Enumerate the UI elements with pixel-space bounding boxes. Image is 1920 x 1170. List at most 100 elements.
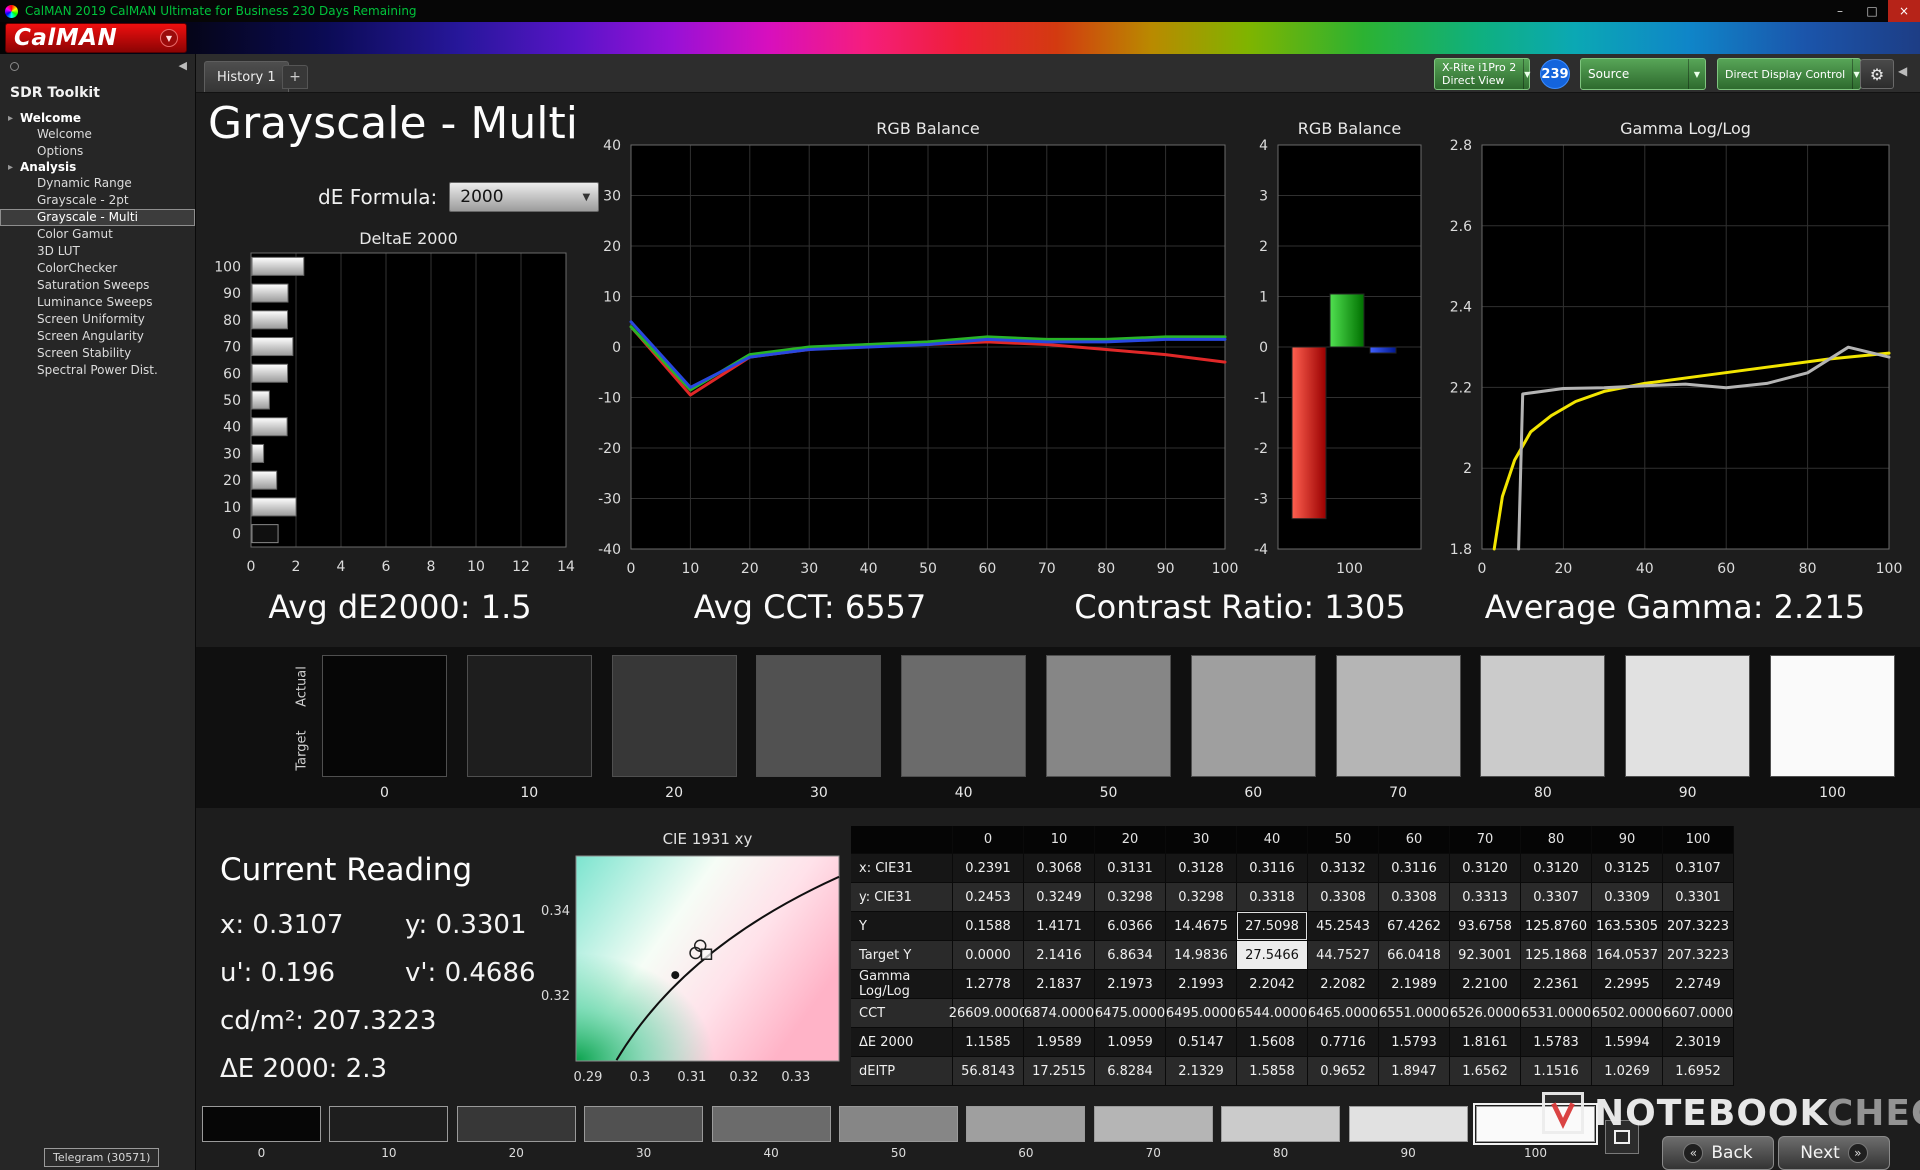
table-cell-x-cie31-50[interactable]: 0.3132: [1308, 854, 1379, 883]
table-cell-e-2000-50[interactable]: 0.7716: [1308, 1028, 1379, 1057]
sidebar-item-welcome[interactable]: Welcome: [0, 126, 195, 143]
table-cell-deitp-10[interactable]: 17.2515: [1024, 1057, 1095, 1086]
table-cell-y-cie31-30[interactable]: 0.3298: [1166, 883, 1237, 912]
table-cell-deitp-20[interactable]: 6.8284: [1095, 1057, 1166, 1086]
table-cell-x-cie31-60[interactable]: 0.3116: [1379, 854, 1450, 883]
table-cell-gamma-log-log-90[interactable]: 2.2995: [1592, 970, 1663, 999]
table-cell-y-50[interactable]: 45.2543: [1308, 912, 1379, 941]
pattern-button-20[interactable]: 20: [456, 1106, 576, 1162]
table-cell-x-cie31-20[interactable]: 0.3131: [1095, 854, 1166, 883]
table-cell-deitp-30[interactable]: 2.1329: [1166, 1057, 1237, 1086]
minimize-button[interactable]: –: [1824, 0, 1856, 22]
table-cell-y-40[interactable]: 27.5098: [1237, 912, 1308, 941]
sidebar-item-luminance-sweeps[interactable]: Luminance Sweeps: [0, 294, 195, 311]
pattern-button-50[interactable]: 50: [839, 1106, 958, 1162]
table-cell-cct-0[interactable]: 26609.0000: [949, 999, 1027, 1028]
pattern-button-80[interactable]: 80: [1221, 1106, 1341, 1162]
table-cell-y-100[interactable]: 207.3223: [1663, 912, 1734, 941]
tab-history-1[interactable]: History 1: [204, 61, 289, 92]
table-cell-deitp-70[interactable]: 1.6562: [1450, 1057, 1521, 1086]
sidebar-collapse-icon[interactable]: ◀: [179, 59, 187, 72]
table-cell-deitp-100[interactable]: 1.6952: [1663, 1057, 1734, 1086]
table-cell-cct-80[interactable]: 6531.0000: [1521, 999, 1592, 1028]
sidebar-item-dynamic-range[interactable]: Dynamic Range: [0, 175, 195, 192]
table-cell-gamma-log-log-30[interactable]: 2.1993: [1166, 970, 1237, 999]
sidebar-item-grayscale-multi[interactable]: Grayscale - Multi: [0, 209, 195, 226]
table-cell-y-cie31-100[interactable]: 0.3301: [1663, 883, 1734, 912]
settings-button[interactable]: ⚙: [1860, 59, 1894, 89]
table-cell-e-2000-40[interactable]: 1.5608: [1237, 1028, 1308, 1057]
table-cell-deitp-90[interactable]: 1.0269: [1592, 1057, 1663, 1086]
table-cell-e-2000-60[interactable]: 1.5793: [1379, 1028, 1450, 1057]
pattern-button-30[interactable]: 30: [584, 1106, 704, 1162]
table-cell-e-2000-100[interactable]: 2.3019: [1663, 1028, 1734, 1057]
table-cell-gamma-log-log-40[interactable]: 2.2042: [1237, 970, 1308, 999]
table-cell-x-cie31-40[interactable]: 0.3116: [1237, 854, 1308, 883]
table-cell-e-2000-0[interactable]: 1.1585: [953, 1028, 1024, 1057]
sidebar-item-color-gamut[interactable]: Color Gamut: [0, 226, 195, 243]
taskbar-telegram-hint[interactable]: Telegram (30571): [44, 1148, 160, 1167]
table-cell-x-cie31-80[interactable]: 0.3120: [1521, 854, 1592, 883]
table-cell-y-cie31-10[interactable]: 0.3249: [1024, 883, 1095, 912]
table-cell-deitp-0[interactable]: 56.8143: [953, 1057, 1024, 1086]
table-cell-y-80[interactable]: 125.8760: [1521, 912, 1592, 941]
table-cell-gamma-log-log-70[interactable]: 2.2100: [1450, 970, 1521, 999]
table-cell-target-y-10[interactable]: 2.1416: [1024, 941, 1095, 970]
table-cell-target-y-30[interactable]: 14.9836: [1166, 941, 1237, 970]
table-cell-target-y-40[interactable]: 27.5466: [1237, 941, 1308, 970]
table-cell-y-cie31-90[interactable]: 0.3309: [1592, 883, 1663, 912]
table-cell-y-90[interactable]: 163.5305: [1592, 912, 1663, 941]
table-cell-y-0[interactable]: 0.1588: [953, 912, 1024, 941]
table-cell-x-cie31-10[interactable]: 0.3068: [1024, 854, 1095, 883]
table-cell-target-y-80[interactable]: 125.1868: [1521, 941, 1592, 970]
table-cell-target-y-20[interactable]: 6.8634: [1095, 941, 1166, 970]
back-button[interactable]: « Back: [1662, 1136, 1774, 1170]
calman-logo-menu[interactable]: CalMAN ▼: [5, 23, 187, 53]
table-cell-y-cie31-70[interactable]: 0.3313: [1450, 883, 1521, 912]
table-cell-cct-20[interactable]: 6475.0000: [1095, 999, 1166, 1028]
sidebar-group-welcome[interactable]: ▸ Welcome: [0, 111, 195, 126]
table-cell-target-y-90[interactable]: 164.0537: [1592, 941, 1663, 970]
table-cell-y-20[interactable]: 6.0366: [1095, 912, 1166, 941]
table-cell-target-y-70[interactable]: 92.3001: [1450, 941, 1521, 970]
table-cell-e-2000-90[interactable]: 1.5994: [1592, 1028, 1663, 1057]
table-cell-x-cie31-0[interactable]: 0.2391: [953, 854, 1024, 883]
table-cell-target-y-60[interactable]: 66.0418: [1379, 941, 1450, 970]
sidebar-item-3d-lut[interactable]: 3D LUT: [0, 243, 195, 260]
table-cell-y-60[interactable]: 67.4262: [1379, 912, 1450, 941]
sidebar-group-analysis[interactable]: ▸ Analysis: [0, 160, 195, 175]
table-cell-y-cie31-60[interactable]: 0.3308: [1379, 883, 1450, 912]
table-cell-e-2000-20[interactable]: 1.0959: [1095, 1028, 1166, 1057]
table-cell-deitp-80[interactable]: 1.1516: [1521, 1057, 1592, 1086]
pattern-button-10[interactable]: 10: [329, 1106, 449, 1162]
table-cell-y-cie31-20[interactable]: 0.3298: [1095, 883, 1166, 912]
table-cell-e-2000-30[interactable]: 0.5147: [1166, 1028, 1237, 1057]
table-cell-y-cie31-80[interactable]: 0.3307: [1521, 883, 1592, 912]
sidebar-item-screen-uniformity[interactable]: Screen Uniformity: [0, 311, 195, 328]
table-cell-y-cie31-0[interactable]: 0.2453: [953, 883, 1024, 912]
sidebar-item-screen-angularity[interactable]: Screen Angularity: [0, 328, 195, 345]
source-select[interactable]: Source ▼: [1580, 58, 1706, 90]
panel-collapse-button[interactable]: ◀: [1898, 64, 1907, 78]
pattern-button-0[interactable]: 0: [202, 1106, 321, 1162]
table-cell-y-30[interactable]: 14.4675: [1166, 912, 1237, 941]
table-cell-gamma-log-log-80[interactable]: 2.2361: [1521, 970, 1592, 999]
table-cell-e-2000-10[interactable]: 1.9589: [1024, 1028, 1095, 1057]
sidebar-item-grayscale-2pt[interactable]: Grayscale - 2pt: [0, 192, 195, 209]
table-cell-gamma-log-log-20[interactable]: 2.1973: [1095, 970, 1166, 999]
table-cell-cct-10[interactable]: 6874.0000: [1024, 999, 1095, 1028]
table-cell-e-2000-80[interactable]: 1.5783: [1521, 1028, 1592, 1057]
table-cell-y-cie31-50[interactable]: 0.3308: [1308, 883, 1379, 912]
pattern-button-70[interactable]: 70: [1093, 1106, 1213, 1162]
table-cell-cct-100[interactable]: 6607.0000: [1663, 999, 1734, 1028]
table-cell-deitp-60[interactable]: 1.8947: [1379, 1057, 1450, 1086]
table-cell-x-cie31-30[interactable]: 0.3128: [1166, 854, 1237, 883]
table-cell-cct-40[interactable]: 6544.0000: [1237, 999, 1308, 1028]
display-control-select[interactable]: Direct Display Control ▼: [1717, 58, 1861, 90]
pattern-button-40[interactable]: 40: [711, 1106, 831, 1162]
table-cell-target-y-100[interactable]: 207.3223: [1663, 941, 1734, 970]
table-cell-x-cie31-100[interactable]: 0.3107: [1663, 854, 1734, 883]
maximize-button[interactable]: □: [1856, 0, 1888, 22]
table-cell-y-cie31-40[interactable]: 0.3318: [1237, 883, 1308, 912]
table-cell-gamma-log-log-100[interactable]: 2.2749: [1663, 970, 1734, 999]
